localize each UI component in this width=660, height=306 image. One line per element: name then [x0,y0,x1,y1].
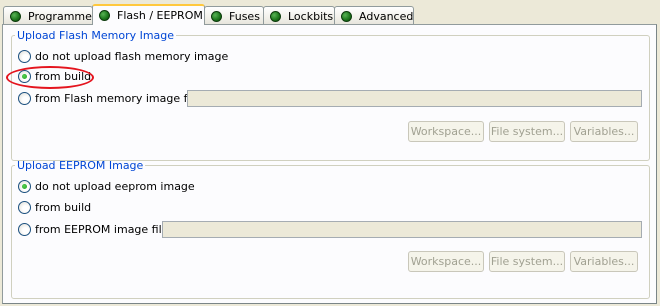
radio-button[interactable] [18,179,31,193]
radio-button[interactable] [18,49,31,63]
tab-fuses[interactable]: Fuses [204,6,264,25]
tab-label: Advanced [359,9,414,23]
eeprom-workspace-button[interactable]: Workspace... [408,251,484,272]
flash-file-path-input[interactable] [187,90,642,107]
tab-label: Lockbits [288,9,334,23]
eeprom-option-none[interactable]: do not upload eeprom image [18,178,195,194]
radio-button[interactable] [18,91,31,105]
tab-label: Fuses [229,9,260,23]
status-led-icon [10,10,21,22]
option-label: from build [35,69,92,83]
eeprom-option-file[interactable]: from EEPROM image file: [18,221,172,237]
flash-variables-button[interactable]: Variables... [570,121,638,142]
option-label: do not upload flash memory image [35,49,229,63]
radio-button[interactable] [18,69,31,83]
status-led-icon [99,10,110,21]
eeprom-file-path-input[interactable] [162,221,642,238]
tab-lockbits[interactable]: Lockbits [263,6,335,25]
option-label: from build [35,200,92,214]
status-led-icon [211,10,222,22]
option-label: from EEPROM image file: [35,222,173,236]
tab-programmer[interactable]: Programmer [3,6,97,25]
status-led-icon [341,10,352,22]
eeprom-option-from-build[interactable]: from build [18,199,91,215]
radio-button[interactable] [18,200,31,214]
flash-group-title: Upload Flash Memory Image [17,29,175,42]
tab-advanced[interactable]: Advanced [334,6,414,25]
tab-strip: Programmer Flash / EEPROM Fuses Lockbits… [3,4,414,25]
eeprom-file-system-button[interactable]: File system... [489,251,565,272]
option-label: from Flash memory image file: [35,91,205,105]
flash-option-none[interactable]: do not upload flash memory image [18,48,228,64]
eeprom-group-title: Upload EEPROM Image [17,159,144,172]
tab-flash-eeprom[interactable]: Flash / EEPROM [92,4,205,25]
option-label: do not upload eeprom image [35,179,195,193]
flash-option-file[interactable]: from Flash memory image file: [18,90,204,106]
radio-button[interactable] [18,222,31,236]
eeprom-variables-button[interactable]: Variables... [570,251,638,272]
tab-label: Programmer [28,9,97,23]
flash-file-system-button[interactable]: File system... [489,121,565,142]
tab-label: Flash / EEPROM [117,9,203,22]
status-led-icon [270,10,281,22]
flash-workspace-button[interactable]: Workspace... [408,121,484,142]
flash-option-from-build[interactable]: from build [18,68,91,84]
